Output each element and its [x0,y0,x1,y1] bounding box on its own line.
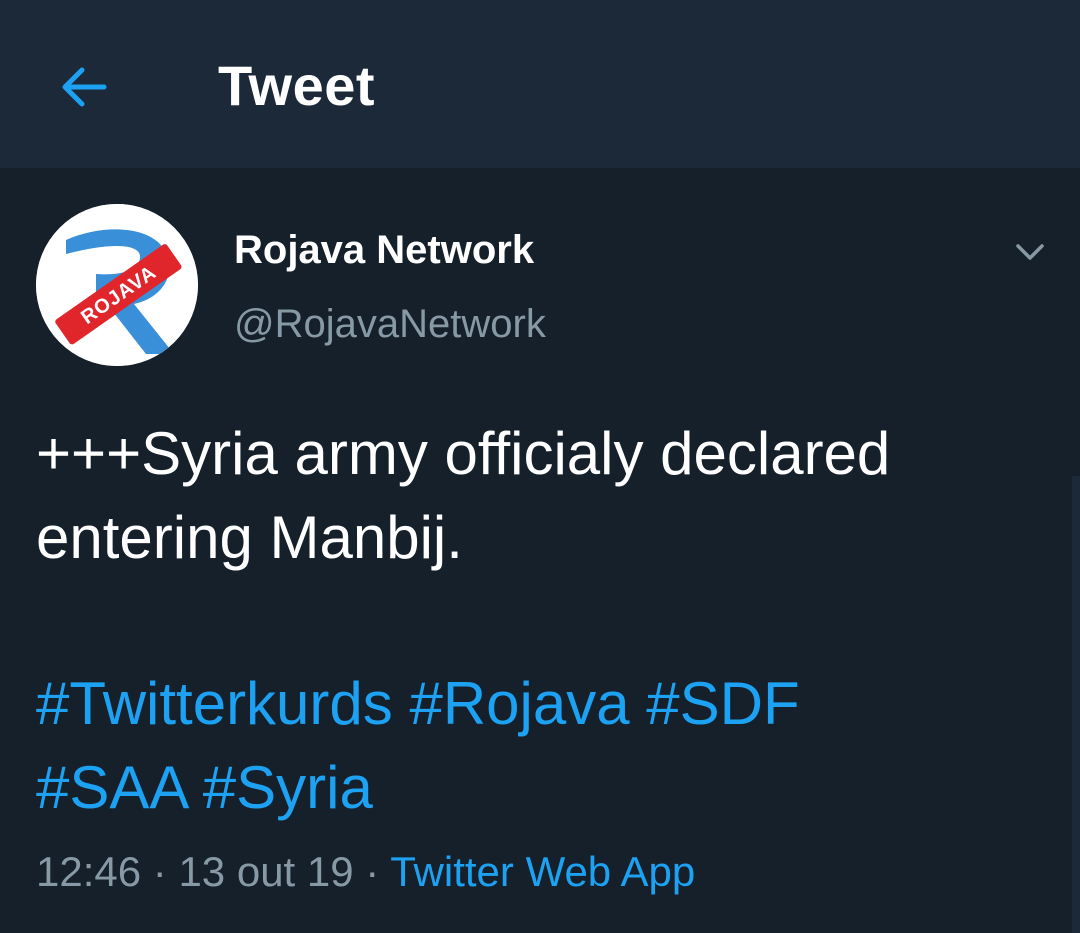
hashtag-link[interactable]: #Syria [203,754,373,821]
page-title: Tweet [218,54,376,117]
hashtag-link[interactable]: #SAA [36,754,186,821]
tweet-metadata: 12:46 · 13 out 19 · Twitter Web App [36,844,695,900]
back-button[interactable] [52,55,116,119]
author-display-name[interactable]: Rojava Network [234,226,534,274]
avatar[interactable]: ROJAVA [36,204,198,366]
arrow-left-icon [62,67,107,107]
tweet-detail: ROJAVA Rojava Network @RojavaNetwork +++… [0,168,1080,933]
author-handle[interactable]: @RojavaNetwork [234,300,546,348]
scrollbar[interactable] [1072,476,1080,933]
tweet-date: 13 out 19 [178,848,354,895]
hashtag-link[interactable]: #Rojava [409,670,629,737]
hashtag-link[interactable]: #SDF [646,670,799,737]
separator: · [152,848,167,895]
tweet-options-button[interactable] [1006,228,1054,276]
hashtag-link[interactable]: #Twitterkurds [36,670,393,737]
hashtag-list: #Twitterkurds #Rojava #SDF #SAA #Syria [36,662,1036,830]
separator: · [365,848,380,895]
tweet-text: +++Syria army officialy declared enterin… [36,412,1036,580]
tweet-text-line: entering Manbij. [36,504,463,571]
chevron-down-icon [1016,244,1044,260]
tweet-time: 12:46 [36,848,142,895]
rojava-logo: ROJAVA [36,204,198,366]
top-app-bar: Tweet [0,0,1080,168]
tweet-text-line: +++Syria army officialy declared [36,420,891,487]
tweet-source-link[interactable]: Twitter Web App [390,848,695,895]
